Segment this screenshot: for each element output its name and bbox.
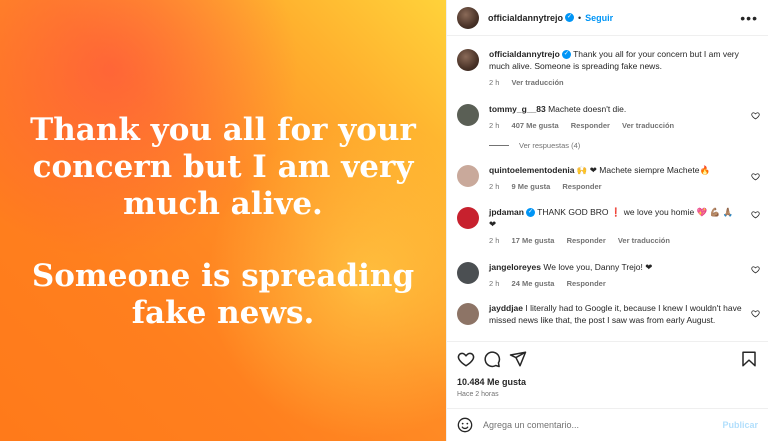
comment-likes[interactable]: 17 Me gusta	[512, 236, 555, 245]
translate-link[interactable]: Ver traducción	[618, 236, 670, 245]
like-heart-icon[interactable]	[457, 350, 475, 368]
post-image-text-1: Thank you all for your concern but I am …	[30, 112, 416, 222]
post-actions-bar	[447, 341, 768, 377]
caption-username[interactable]: officialdannytrejo	[489, 49, 560, 59]
commenter-avatar[interactable]	[457, 207, 479, 229]
like-comment-heart-icon[interactable]	[751, 172, 760, 181]
publish-button[interactable]: Publicar	[722, 420, 758, 430]
commenter-avatar[interactable]	[457, 165, 479, 187]
reply-button[interactable]: Responder	[567, 236, 606, 245]
comment-item: jayddjae I literally had to Google it, b…	[447, 297, 768, 340]
commenter-avatar[interactable]	[457, 262, 479, 284]
comment-item: jpdaman ✓ THANK GOD BRO ❗ we love you hom…	[447, 199, 768, 255]
comment-text: We love you, Danny Trejo! ❤	[543, 262, 653, 272]
comment-likes[interactable]: 9 Me gusta	[512, 182, 551, 191]
caption-avatar[interactable]	[457, 49, 479, 71]
reply-button[interactable]: Responder	[567, 279, 606, 288]
post-image[interactable]: Thank you all for your concern but I am …	[0, 0, 446, 441]
comment-time[interactable]: 2 h	[489, 279, 499, 288]
comment-text: I literally had to Google it, because I …	[489, 303, 742, 325]
like-comment-heart-icon[interactable]	[751, 265, 760, 274]
author-avatar[interactable]	[457, 6, 479, 29]
author-username[interactable]: officialdannytrejo	[488, 13, 563, 23]
like-comment-heart-icon[interactable]	[751, 210, 760, 219]
reply-button[interactable]: Responder	[571, 121, 610, 130]
comment-item: tommy_g__83 Machete doesn't die. 2 h 407…	[447, 97, 768, 135]
commenter-username[interactable]: quintoelementodenia	[489, 165, 574, 175]
verified-badge-icon: ✓	[561, 50, 571, 60]
posted-time[interactable]: Hace 2 horas	[457, 391, 499, 398]
comment-bubble-icon[interactable]	[483, 350, 501, 368]
translate-link[interactable]: Ver traducción	[622, 121, 674, 130]
caption-translate-link[interactable]: Ver traducción	[512, 78, 564, 87]
comment-time[interactable]: 2 h	[489, 121, 499, 130]
commenter-avatar[interactable]	[457, 303, 479, 325]
like-comment-heart-icon[interactable]	[751, 309, 760, 318]
verified-badge-icon: ✓	[525, 208, 535, 218]
likes-count[interactable]: 10.484 Me gusta	[457, 377, 526, 387]
header-separator: •	[578, 12, 582, 23]
comment-item: quintoelementodenia 🙌 ❤ Machete siempre …	[447, 155, 768, 199]
post-caption: officialdannytrejo ✓ Thank you all for yo…	[447, 37, 768, 97]
commenter-username[interactable]: jpdaman	[489, 207, 524, 217]
more-options-icon[interactable]: •••	[740, 10, 758, 26]
post-header: officialdannytrejo ✓ • Seguir •••	[447, 0, 768, 36]
post-side-panel: officialdannytrejo ✓ • Seguir ••• offici…	[446, 0, 768, 441]
comment-text: Machete doesn't die.	[548, 104, 627, 114]
save-bookmark-icon[interactable]	[740, 350, 758, 368]
add-comment-bar: Publicar	[447, 408, 768, 441]
reply-button[interactable]: Responder	[562, 182, 601, 191]
commenter-username[interactable]: jayddjae	[489, 303, 523, 313]
commenter-username[interactable]: tommy_g__83	[489, 104, 546, 114]
comment-text: 🙌 ❤ Machete siempre Machete🔥	[576, 165, 711, 175]
view-replies-text[interactable]: Ver respuestas (4)	[519, 141, 580, 150]
post-image-text-2: Someone is spreading fake news.	[31, 258, 415, 331]
caption-time[interactable]: 2 h	[489, 78, 499, 87]
view-replies-link[interactable]: Ver respuestas (4)	[447, 135, 768, 155]
emoji-smiley-icon[interactable]	[457, 417, 473, 433]
comments-list[interactable]: officialdannytrejo ✓ Thank you all for yo…	[447, 37, 768, 340]
comment-item: jangeloreyes We love you, Danny Trejo! ❤…	[447, 255, 768, 297]
comment-time[interactable]: 2 h	[489, 182, 499, 191]
verified-badge-icon: ✓	[565, 13, 575, 22]
comment-input[interactable]	[483, 420, 723, 430]
follow-button[interactable]: Seguir	[585, 13, 613, 23]
commenter-avatar[interactable]	[457, 104, 479, 126]
replies-divider	[489, 144, 509, 146]
like-comment-heart-icon[interactable]	[751, 111, 760, 120]
comment-likes[interactable]: 24 Me gusta	[512, 279, 555, 288]
comment-time[interactable]: 2 h	[489, 236, 499, 245]
comment-likes[interactable]: 407 Me gusta	[512, 121, 559, 130]
share-send-icon[interactable]	[509, 350, 527, 368]
commenter-username[interactable]: jangeloreyes	[489, 262, 541, 272]
